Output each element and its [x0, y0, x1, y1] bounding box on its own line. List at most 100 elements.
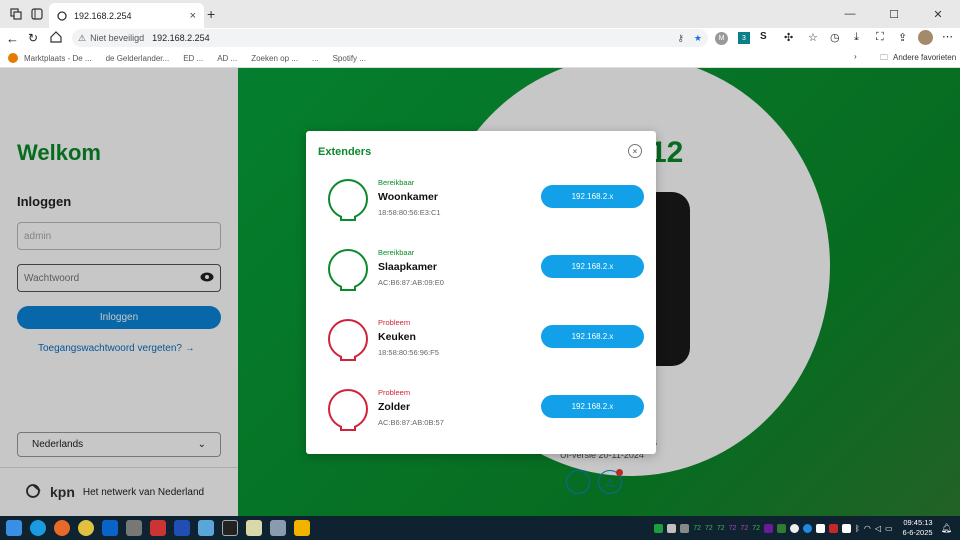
- favorites-bar: Marktplaats - De ... de Gelderlander... …: [0, 49, 960, 68]
- wifi-icon[interactable]: ◠: [864, 524, 871, 533]
- extender-status: Bereikbaar: [378, 248, 415, 257]
- tray-app-icon[interactable]: [816, 523, 826, 533]
- extender-name: Keuken: [378, 331, 416, 343]
- extender-mac: 18:58:80:56:96:F5: [378, 348, 439, 357]
- tray-app-icon[interactable]: [829, 523, 839, 533]
- share-icon[interactable]: ⇪: [898, 31, 907, 44]
- extender-status-ring-icon: [328, 179, 368, 221]
- favorite-item[interactable]: ED ...: [183, 54, 203, 63]
- favorite-item[interactable]: ...: [312, 54, 319, 63]
- notifications-bell-icon[interactable]: 🔔︎: [941, 523, 952, 534]
- extender-status: Probleem: [378, 318, 411, 327]
- extension-s-icon[interactable]: S: [760, 31, 767, 42]
- tray-app-icon[interactable]: [803, 523, 813, 533]
- extender-ip-button[interactable]: 192.168.2.x: [541, 395, 644, 418]
- clock-app-icon[interactable]: [790, 523, 800, 533]
- favorite-item[interactable]: AD ...: [217, 54, 237, 63]
- extender-ip-button[interactable]: 192.168.2.x: [541, 255, 644, 278]
- workspaces-icon[interactable]: [10, 8, 22, 20]
- key-icon[interactable]: ⚷: [677, 33, 684, 44]
- address-toolbar: ← ↻ ⚠ Niet beveiligd 192.168.2.254 ⚷ ★ M…: [0, 28, 960, 49]
- more-menu-icon[interactable]: ⋯: [942, 30, 953, 43]
- app-icon[interactable]: [150, 520, 166, 536]
- close-tab-icon[interactable]: ×: [190, 10, 196, 22]
- tray-app-icon[interactable]: [777, 523, 787, 533]
- favorites-icon[interactable]: ☆: [808, 31, 818, 44]
- app-icon[interactable]: [222, 520, 238, 536]
- bluetooth-icon[interactable]: ᛒ: [855, 524, 860, 533]
- extension-3-icon[interactable]: 3: [738, 32, 750, 44]
- profile-avatar[interactable]: [918, 30, 933, 45]
- favorite-star-icon[interactable]: ★: [694, 33, 702, 44]
- extender-item: Probleem Keuken 18:58:80:56:96:F5 192.16…: [328, 318, 648, 368]
- security-label[interactable]: Niet beveiligd: [90, 33, 144, 43]
- tray-app-icon[interactable]: [842, 523, 852, 533]
- extender-item: Probleem Zolder AC:B6:87:AB:0B:57 192.16…: [328, 388, 648, 438]
- windows-taskbar: 72 72 72 72 72 72 ᛒ ◠ ◁ ▭ 09:45:13 6-6-2…: [0, 516, 960, 540]
- chrome-icon[interactable]: [78, 520, 94, 536]
- tray-number: 72: [705, 524, 713, 532]
- tray-number: 72: [740, 524, 749, 532]
- tray-app-icon[interactable]: [667, 523, 677, 533]
- tray-app-icon[interactable]: [654, 523, 664, 533]
- extender-item: Bereikbaar Slaapkamer AC:B6:87:AB:09:E0 …: [328, 248, 648, 298]
- extender-item: Bereikbaar Woonkamer 18:58:80:56:E3:C1 1…: [328, 178, 648, 228]
- screenshot-icon[interactable]: ⛶: [876, 31, 884, 44]
- other-favorites[interactable]: Andere favorieten: [893, 53, 956, 62]
- camera-icon[interactable]: [126, 520, 142, 536]
- tray-number: 72: [752, 524, 761, 532]
- new-tab-icon[interactable]: +: [207, 6, 215, 22]
- tray-app-icon[interactable]: [680, 523, 690, 533]
- file-explorer-icon[interactable]: [294, 520, 310, 536]
- maximize-icon[interactable]: ☐: [872, 0, 916, 28]
- favorite-item[interactable]: Zoeken op ...: [251, 54, 298, 63]
- extensions-puzzle-icon[interactable]: ✣: [784, 31, 793, 44]
- outlook-icon[interactable]: [102, 520, 118, 536]
- start-icon[interactable]: [6, 520, 22, 536]
- modal-title: Extenders: [318, 146, 372, 158]
- favorite-item[interactable]: Spotify ...: [333, 54, 366, 63]
- volume-icon[interactable]: ◁: [875, 524, 881, 533]
- battery-icon[interactable]: ▭: [885, 524, 893, 533]
- tab-title: 192.168.2.254: [74, 10, 132, 21]
- firefox-icon[interactable]: [54, 520, 70, 536]
- tray-number: 72: [693, 524, 702, 532]
- extender-mac: AC:B6:87:AB:0B:57: [378, 418, 444, 427]
- browser-tab[interactable]: 192.168.2.254 ×: [49, 3, 204, 28]
- favorites-overflow-icon[interactable]: ›: [854, 52, 857, 61]
- app-icon[interactable]: [198, 520, 214, 536]
- kpn-favicon-icon: [57, 10, 67, 21]
- app-icon[interactable]: [246, 520, 262, 536]
- tray-number: 72: [716, 524, 725, 532]
- home-icon[interactable]: [50, 31, 62, 43]
- folder-icon: 🗀: [880, 53, 888, 62]
- extender-ip-button[interactable]: 192.168.2.x: [541, 185, 644, 208]
- minimize-icon[interactable]: —: [828, 0, 872, 28]
- extender-name: Slaapkamer: [378, 261, 437, 273]
- extender-name: Woonkamer: [378, 191, 438, 203]
- extenders-modal: Extenders × Bereikbaar Woonkamer 18:58:8…: [306, 131, 656, 454]
- favorite-item[interactable]: de Gelderlander...: [106, 54, 170, 63]
- url-text[interactable]: 192.168.2.254: [152, 33, 210, 43]
- url-bar[interactable]: ⚠ Niet beveiligd 192.168.2.254 ⚷ ★: [72, 29, 708, 47]
- history-icon[interactable]: ◷: [830, 31, 840, 44]
- refresh-icon[interactable]: ↻: [28, 31, 38, 45]
- tray-app-icon[interactable]: [764, 523, 774, 533]
- favorite-site-icon: [8, 53, 18, 63]
- extender-status: Probleem: [378, 388, 411, 397]
- tab-actions-icon[interactable]: [31, 8, 43, 20]
- edge-icon[interactable]: [30, 520, 46, 536]
- clock-date: 6-6-2025: [902, 528, 933, 537]
- extension-m-icon[interactable]: M: [715, 32, 728, 45]
- clock[interactable]: 09:45:13 6-6-2025: [903, 518, 933, 538]
- favorite-item[interactable]: Marktplaats - De ...: [24, 54, 92, 63]
- close-icon[interactable]: ×: [628, 144, 642, 158]
- extender-status-ring-icon: [328, 319, 368, 361]
- extender-ip-button[interactable]: 192.168.2.x: [541, 325, 644, 348]
- app-icon[interactable]: [174, 520, 190, 536]
- close-window-icon[interactable]: ✕: [916, 0, 960, 28]
- back-icon[interactable]: ←: [6, 31, 19, 46]
- downloads-icon[interactable]: ⤓: [854, 31, 859, 44]
- extender-status-ring-icon: [328, 249, 368, 291]
- settings-gear-icon[interactable]: [270, 520, 286, 536]
